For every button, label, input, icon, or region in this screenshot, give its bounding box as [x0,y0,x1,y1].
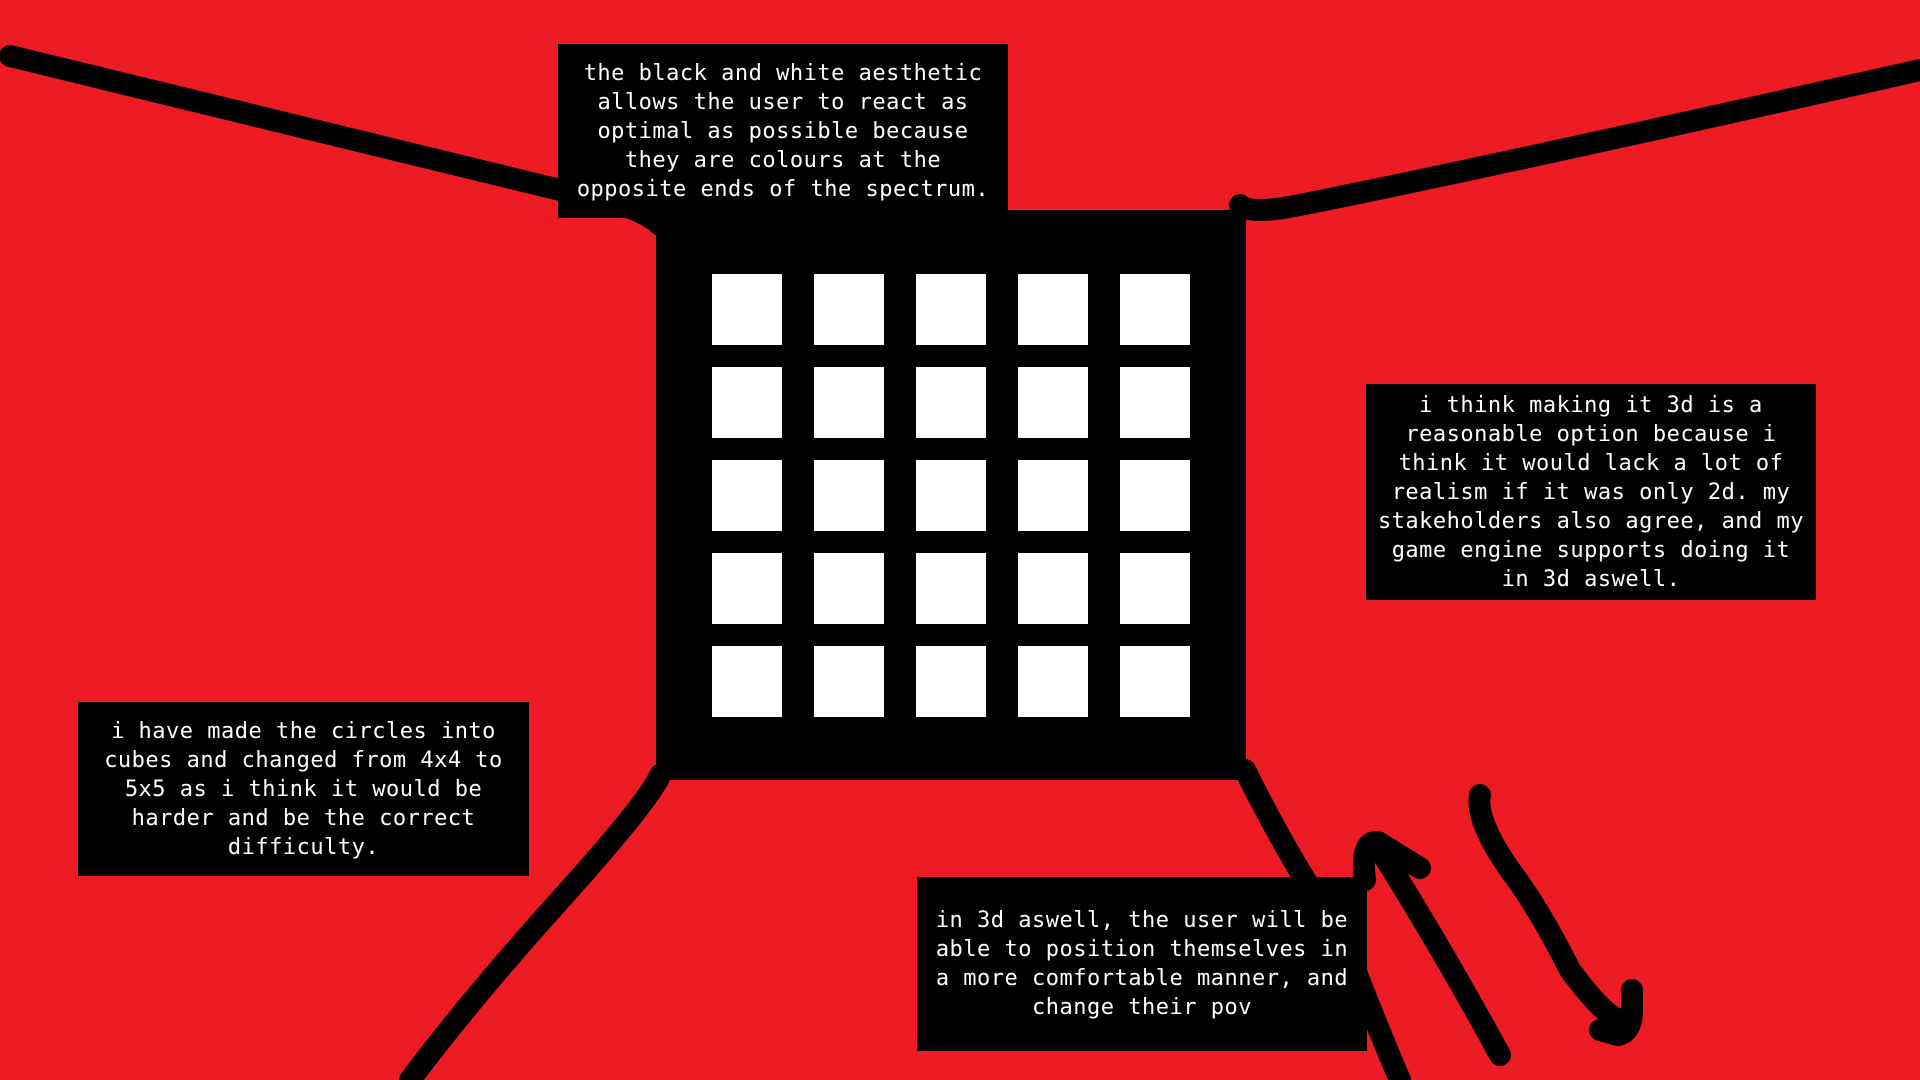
grid-cell [712,646,782,717]
grid-cell [1018,460,1088,531]
note-aesthetic-text: the black and white aesthetic allows the… [576,60,990,202]
grid-cell [814,646,884,717]
grid-cell [1120,274,1190,345]
note-cubes: i have made the circles into cubes and c… [78,702,529,876]
grid-cell [814,460,884,531]
note-3d-text: i think making it 3d is a reasonable opt… [1377,392,1805,592]
grid-cell [1120,460,1190,531]
note-aesthetic: the black and white aesthetic allows the… [558,44,1008,218]
grid-cell [712,367,782,438]
note-cubes-text: i have made the circles into cubes and c… [104,718,503,860]
grid-cell [916,274,986,345]
grid-cell [814,553,884,624]
arrow-up-shaft [1369,839,1511,1066]
grid-cell [1018,367,1088,438]
grid-cell [712,553,782,624]
grid-cell [916,646,986,717]
arrow-down-shaft [1468,784,1626,1029]
grid-cell [1120,646,1190,717]
note-pov-text: in 3d aswell, the user will be able to p… [935,908,1349,1020]
grid-cell [1018,274,1088,345]
grid-cell [1018,646,1088,717]
game-grid-panel [656,210,1246,780]
grid-cell [712,274,782,345]
note-3d: i think making it 3d is a reasonable opt… [1366,384,1816,600]
grid-cell [712,460,782,531]
line-top-right [1229,59,1920,221]
grid-cell [916,460,986,531]
grid-cell [1018,553,1088,624]
note-pov: in 3d aswell, the user will be able to p… [917,877,1367,1051]
grid-cell [814,274,884,345]
grid-cell [916,367,986,438]
grid-cell [1120,367,1190,438]
grid-cell [814,367,884,438]
grid-cell [1120,553,1190,624]
grid-cell [916,553,986,624]
